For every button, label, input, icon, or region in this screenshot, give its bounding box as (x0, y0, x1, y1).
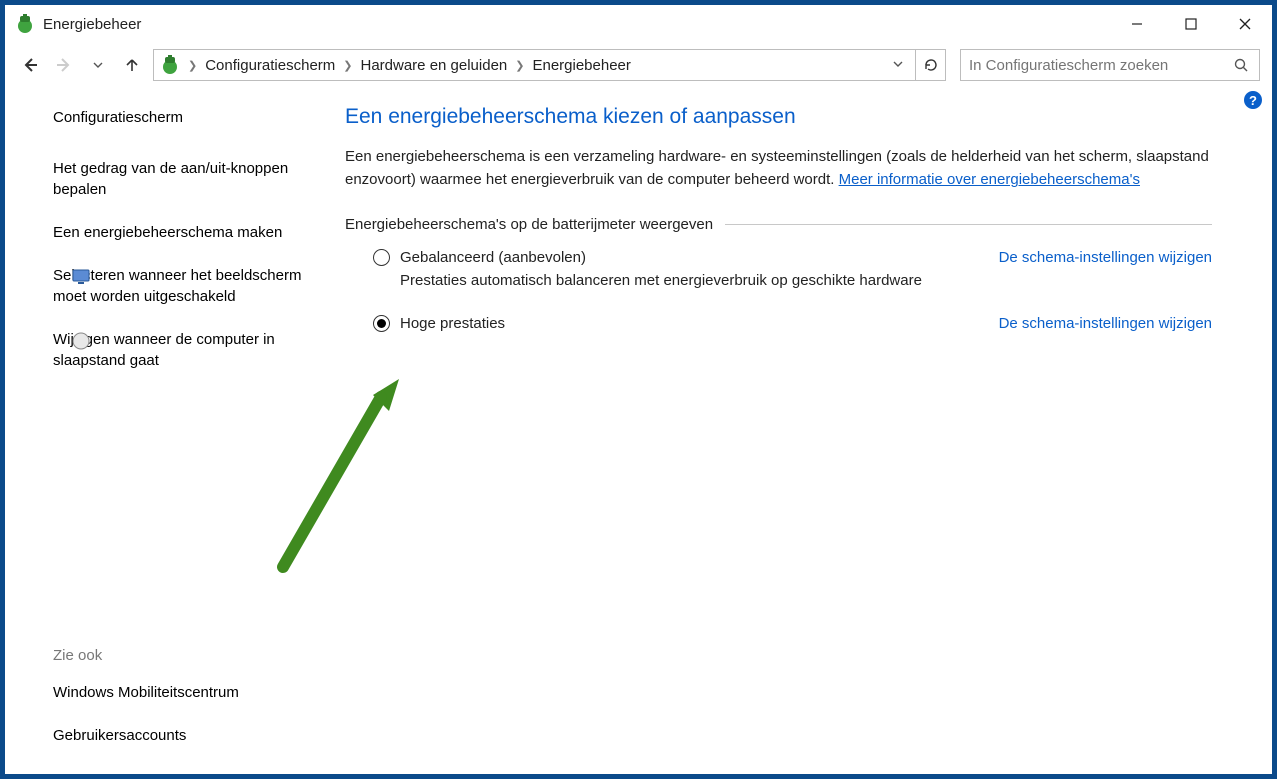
address-dropdown-button[interactable] (887, 59, 909, 72)
back-button[interactable] (17, 52, 43, 78)
plan-name[interactable]: Gebalanceerd (aanbevolen) (400, 249, 586, 266)
chevron-right-icon[interactable]: ❯ (515, 59, 524, 72)
forward-button[interactable] (51, 52, 77, 78)
page-heading: Een energiebeheerschema kiezen of aanpas… (345, 105, 1212, 129)
power-options-icon (160, 55, 180, 75)
control-panel-home-link[interactable]: Configuratiescherm (53, 107, 305, 128)
minimize-button[interactable] (1110, 5, 1164, 43)
sidebar: Configuratiescherm Het gedrag van de aan… (5, 87, 325, 774)
search-input[interactable] (969, 57, 1231, 74)
breadcrumb-item[interactable]: Configuratiescherm (205, 57, 335, 74)
breadcrumb-item[interactable]: Hardware en geluiden (361, 57, 508, 74)
search-icon[interactable] (1231, 55, 1251, 75)
plan-group-header: Energiebeheerschema's op de batterijmete… (345, 216, 1212, 233)
navigation-bar: ❯ Configuratiescherm ❯ Hardware en gelui… (5, 43, 1272, 87)
plan-description: Prestaties automatisch balanceren met en… (400, 272, 1212, 289)
radio-balanced[interactable] (373, 249, 390, 266)
help-button[interactable]: ? (1244, 91, 1262, 109)
sidebar-link[interactable]: Het gedrag van de aan/uit-knoppen bepale… (53, 158, 305, 200)
address-bar[interactable]: ❯ Configuratiescherm ❯ Hardware en gelui… (153, 49, 916, 81)
power-plan: Hoge prestaties De schema-instellingen w… (345, 315, 1212, 332)
power-options-icon (15, 14, 35, 34)
search-box[interactable] (960, 49, 1260, 81)
change-plan-settings-link[interactable]: De schema-instellingen wijzigen (999, 249, 1212, 266)
see-also-link[interactable]: Windows Mobiliteitscentrum (53, 682, 305, 703)
page-description: Een energiebeheerschema is een verzameli… (345, 145, 1212, 192)
chevron-right-icon[interactable]: ❯ (343, 59, 352, 72)
maximize-button[interactable] (1164, 5, 1218, 43)
more-info-link[interactable]: Meer informatie over energiebeheerschema… (839, 171, 1140, 188)
close-button[interactable] (1218, 5, 1272, 43)
plan-name[interactable]: Hoge prestaties (400, 315, 505, 332)
content-body: ? Configuratiescherm Het gedrag van de a… (5, 87, 1272, 774)
moon-icon (71, 331, 91, 351)
main-content: Een energiebeheerschema kiezen of aanpas… (325, 87, 1272, 774)
see-also-link[interactable]: Gebruikersaccounts (53, 725, 305, 746)
breadcrumb-item[interactable]: Energiebeheer (532, 57, 630, 74)
change-plan-settings-link[interactable]: De schema-instellingen wijzigen (999, 315, 1212, 332)
up-button[interactable] (119, 52, 145, 78)
recent-locations-button[interactable] (85, 52, 111, 78)
plan-group-label: Energiebeheerschema's op de batterijmete… (345, 216, 713, 233)
power-plan: Gebalanceerd (aanbevolen) De schema-inst… (345, 249, 1212, 289)
window-title: Energiebeheer (43, 16, 141, 33)
see-also-label: Zie ook (53, 647, 305, 664)
sidebar-link[interactable]: Een energiebeheerschema maken (53, 222, 305, 243)
monitor-icon (71, 267, 91, 287)
titlebar: Energiebeheer (5, 5, 1272, 43)
radio-high-performance[interactable] (373, 315, 390, 332)
chevron-right-icon[interactable]: ❯ (188, 59, 197, 72)
window: Energiebeheer (4, 4, 1273, 775)
refresh-button[interactable] (916, 49, 946, 81)
